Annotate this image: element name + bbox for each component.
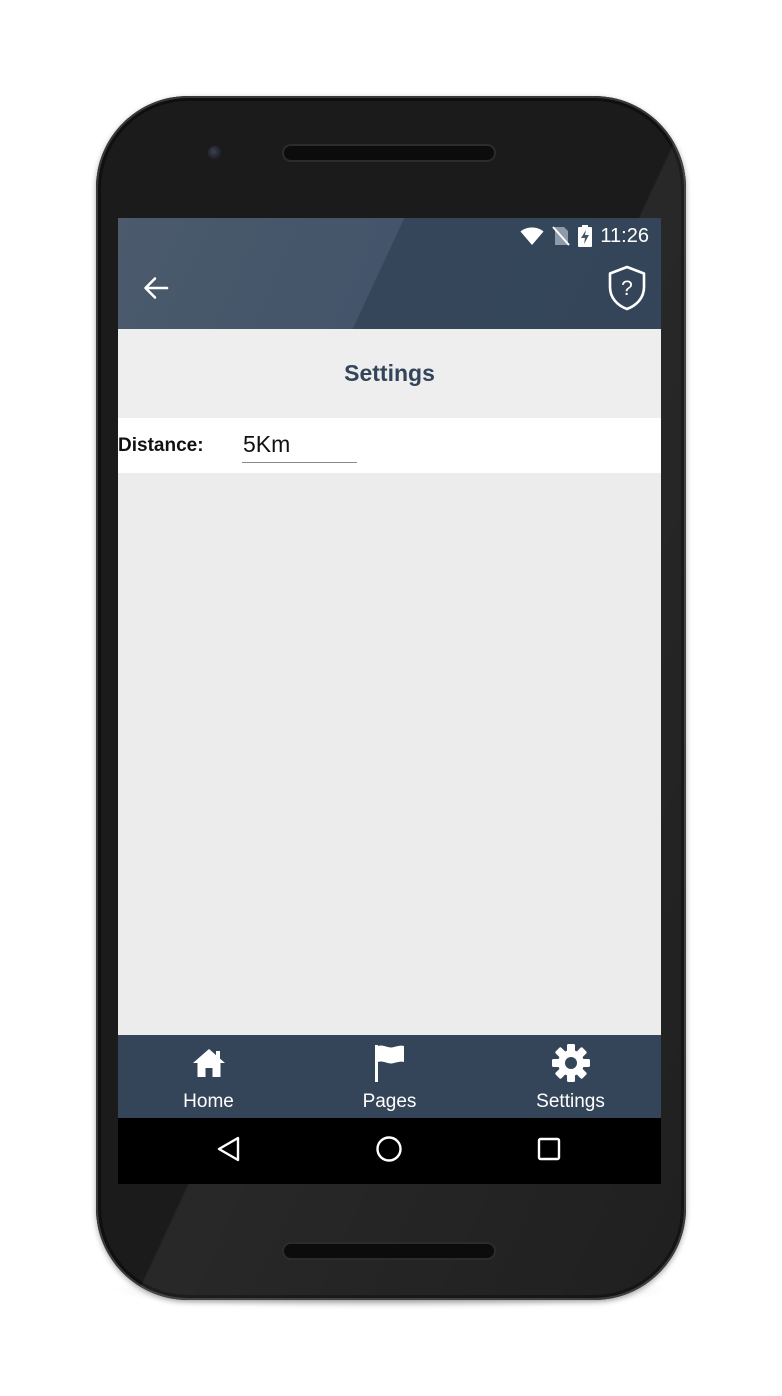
system-nav-bar [118,1118,661,1184]
bottom-speaker [284,1244,494,1258]
back-button[interactable] [138,272,174,308]
nav-item-settings[interactable]: Settings [480,1035,661,1118]
gear-icon [551,1043,591,1083]
front-camera [208,146,222,160]
shield-question-icon: ? [607,265,647,316]
svg-text:?: ? [621,277,633,300]
home-icon [191,1043,227,1083]
page-title: Settings [344,360,435,386]
title-bar: Settings [118,329,661,418]
no-sim-icon [552,226,571,246]
battery-charging-icon [578,225,593,247]
back-triangle-icon [216,1135,242,1168]
status-bar: 11:26 [520,224,649,248]
recents-square-icon [536,1136,562,1167]
app-bar: 11:26 ? [118,218,661,329]
device-stage: 11:26 ? Settings Distance: 5Km Home Page… [0,0,782,1396]
distance-setting-row: Distance: [118,418,661,473]
nav-item-pages[interactable]: Pages [299,1035,480,1118]
system-recents-button[interactable] [532,1134,566,1168]
flag-icon [373,1043,407,1083]
nav-item-home[interactable]: Home [118,1035,299,1118]
status-time: 11:26 [600,224,649,247]
nav-label-home: Home [183,1091,234,1112]
help-button[interactable]: ? [605,265,649,316]
distance-label: Distance: [118,435,204,456]
content-area [118,473,661,1035]
app-screen: 11:26 ? Settings Distance: 5Km Home Page… [118,218,661,1184]
top-speaker [284,146,494,160]
bottom-nav: Home Pages Settings [118,1035,661,1118]
system-back-button[interactable] [212,1134,246,1168]
wifi-icon [520,226,544,246]
nav-label-settings: Settings [536,1091,605,1112]
system-home-button[interactable] [372,1134,406,1168]
arrow-left-icon [143,275,169,306]
distance-input[interactable] [242,426,357,463]
nav-label-pages: Pages [362,1091,417,1112]
home-circle-icon [375,1135,403,1168]
